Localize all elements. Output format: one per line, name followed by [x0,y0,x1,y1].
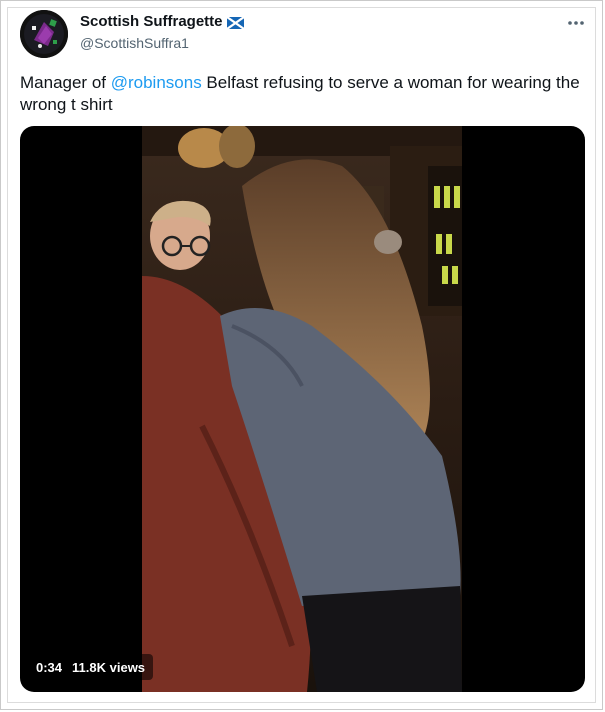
avatar-image [20,10,68,58]
tweet-text: Manager of @robinsons Belfast refusing t… [20,72,580,116]
video-views: 11.8K views [72,659,146,675]
author-handle[interactable]: @ScottishSuffra1 [80,34,189,52]
tweet-text-prefix: Manager of [20,73,111,92]
author-name-row[interactable]: Scottish Suffragette [80,13,245,31]
avatar[interactable] [20,10,68,58]
video-frame-image [142,126,462,692]
scotland-flag-icon [225,16,245,30]
more-horizontal-icon [568,21,584,25]
mention-link[interactable]: @robinsons [111,73,202,92]
author-display-name[interactable]: Scottish Suffragette [80,13,223,31]
more-options-button[interactable] [560,12,592,34]
video-duration: 0:34 [36,659,63,675]
video-player[interactable]: 0:34 11.8K views [20,126,585,692]
video-info-overlay: 0:34 11.8K views [28,654,154,680]
